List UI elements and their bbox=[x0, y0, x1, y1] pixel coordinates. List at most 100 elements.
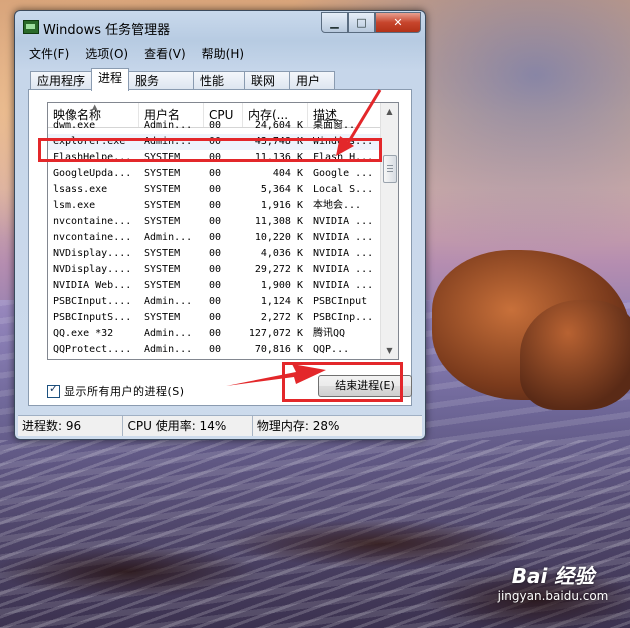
process-row[interactable]: nvcontaine... Admin... 00 10,220 K NVIDIA ..… bbox=[48, 230, 381, 246]
cell-name: NVIDIA Web... bbox=[53, 280, 132, 291]
cell-name: QQProtect.... bbox=[53, 344, 132, 355]
cell-desc: Local S... bbox=[313, 184, 374, 195]
cell-user: SYSTEM bbox=[144, 248, 181, 259]
cell-name: GoogleUpda... bbox=[53, 168, 132, 179]
wallpaper-rock bbox=[520, 300, 630, 410]
minimize-button[interactable]: ▁ bbox=[321, 12, 348, 33]
process-row[interactable]: NVIDIA Web... SYSTEM 00 1,900 K NVIDIA ... bbox=[48, 278, 381, 294]
process-row[interactable]: GoogleUpda... SYSTEM 00 404 K Google ... bbox=[48, 166, 381, 182]
cell-cpu: 00 bbox=[209, 184, 222, 195]
cell-desc: 腾讯QQ bbox=[313, 328, 346, 339]
process-row[interactable]: QQProtect.... Admin... 00 70,816 K QQP... bbox=[48, 342, 381, 358]
cell-mem: 4,036 K bbox=[260, 248, 303, 259]
highlight-end-button bbox=[282, 362, 403, 402]
cell-user: SYSTEM bbox=[144, 216, 181, 227]
cell-cpu: 00 bbox=[209, 312, 222, 323]
tab-services[interactable]: 服务 bbox=[128, 71, 195, 91]
cell-name: lsm.exe bbox=[53, 200, 96, 211]
process-row[interactable]: PSBCInput.... Admin... 00 1,124 K PSBCInput bbox=[48, 294, 381, 310]
highlight-selected-row bbox=[38, 138, 382, 162]
cell-name: nvcontaine... bbox=[53, 216, 132, 227]
cell-name: QQ.exe *32 bbox=[53, 328, 114, 339]
status-process-count: 进程数: 96 bbox=[18, 416, 124, 436]
cell-user: SYSTEM bbox=[144, 280, 181, 291]
cell-mem: 10,220 K bbox=[254, 232, 303, 243]
sort-up-icon: ▲ bbox=[92, 103, 98, 111]
cell-desc: PSBCInput bbox=[313, 296, 368, 307]
tab-performance[interactable]: 性能 bbox=[193, 71, 246, 91]
cell-mem: 70,816 K bbox=[254, 344, 303, 355]
cell-desc: NVIDIA ... bbox=[313, 248, 374, 259]
status-memory-usage: 物理内存: 28% bbox=[256, 419, 340, 433]
cell-cpu: 00 bbox=[209, 344, 222, 355]
cell-user: Admin... bbox=[144, 232, 193, 243]
menu-file[interactable]: 文件(F) bbox=[21, 44, 77, 64]
cell-user: Admin... bbox=[144, 344, 193, 355]
tab-networking[interactable]: 联网 bbox=[244, 71, 291, 91]
menu-options[interactable]: 选项(O) bbox=[77, 44, 136, 64]
tab-processes[interactable]: 进程 bbox=[91, 68, 130, 91]
cell-user: Admin... bbox=[144, 120, 193, 131]
processes-panel: ▲ 映像名称 用户名 CPU 内存(... 描述 dwm.exe Admin...… bbox=[28, 89, 412, 406]
process-row[interactable]: NVDisplay.... SYSTEM 00 29,272 K NVIDIA ... bbox=[48, 262, 381, 278]
cell-user: Admin... bbox=[144, 328, 193, 339]
cell-user: SYSTEM bbox=[144, 168, 181, 179]
vertical-scrollbar[interactable]: ▲ ▼ bbox=[380, 103, 398, 359]
cell-name: dwm.exe bbox=[53, 120, 96, 131]
cell-desc: NVIDIA ... bbox=[313, 264, 374, 275]
show-all-users-option[interactable]: 显示所有用户的进程(S) bbox=[47, 382, 185, 399]
cell-user: SYSTEM bbox=[144, 200, 181, 211]
process-row[interactable]: lsass.exe SYSTEM 00 5,364 K Local S... bbox=[48, 182, 381, 198]
show-all-users-label: 显示所有用户的进程(S) bbox=[64, 385, 185, 398]
menu-view[interactable]: 查看(V) bbox=[136, 44, 194, 64]
cell-name: nvcontaine... bbox=[53, 232, 132, 243]
scroll-up-icon[interactable]: ▲ bbox=[381, 103, 398, 120]
process-row[interactable]: QQ.exe *32 Admin... 00 127,072 K 腾讯QQ bbox=[48, 326, 381, 342]
cell-mem: 1,916 K bbox=[260, 200, 303, 211]
baidu-watermark: Bai 经验 jingyan.baidu.com bbox=[478, 560, 628, 603]
cell-desc: NVIDIA ... bbox=[313, 280, 374, 291]
cell-cpu: 00 bbox=[209, 280, 222, 291]
menu-help[interactable]: 帮助(H) bbox=[194, 44, 252, 64]
title-bar[interactable]: Windows 任务管理器 ▁ □ ✕ bbox=[15, 11, 425, 41]
cell-user: SYSTEM bbox=[144, 264, 181, 275]
cell-name: PSBCInput.... bbox=[53, 296, 132, 307]
cell-mem: 29,272 K bbox=[254, 264, 303, 275]
baidu-logo: Bai 经验 bbox=[511, 564, 595, 588]
process-row[interactable]: dwm.exe Admin... 00 24,604 K 桌面窗... bbox=[48, 118, 381, 134]
scroll-thumb[interactable] bbox=[383, 155, 397, 183]
process-row[interactable]: PSBCInputS... SYSTEM 00 2,272 K PSBCInp... bbox=[48, 310, 381, 326]
tab-applications[interactable]: 应用程序 bbox=[30, 71, 93, 91]
scroll-down-icon[interactable]: ▼ bbox=[381, 342, 398, 359]
process-row[interactable]: lsm.exe SYSTEM 00 1,916 K 本地会... bbox=[48, 198, 381, 214]
process-row[interactable]: nvcontaine... SYSTEM 00 11,308 K NVIDIA ... bbox=[48, 214, 381, 230]
window-title: Windows 任务管理器 bbox=[43, 23, 171, 38]
cell-desc: QQP... bbox=[313, 344, 350, 355]
cell-user: SYSTEM bbox=[144, 184, 181, 195]
cell-user: Admin... bbox=[144, 296, 193, 307]
tab-strip: 应用程序 进程 服务 性能 联网 用户 bbox=[30, 68, 336, 91]
cell-cpu: 00 bbox=[209, 328, 222, 339]
cell-mem: 5,364 K bbox=[260, 184, 303, 195]
cell-cpu: 00 bbox=[209, 264, 222, 275]
cell-desc: PSBCInp... bbox=[313, 312, 374, 323]
cell-desc: NVIDIA ... bbox=[313, 232, 374, 243]
cell-name: PSBCInputS... bbox=[53, 312, 132, 323]
cell-cpu: 00 bbox=[209, 248, 222, 259]
cell-mem: 24,604 K bbox=[254, 120, 303, 131]
watermark-url: jingyan.baidu.com bbox=[497, 589, 609, 603]
cell-name: NVDisplay.... bbox=[53, 248, 132, 259]
maximize-button[interactable]: □ bbox=[348, 12, 375, 33]
status-bar: 进程数: 96 CPU 使用率: 14% 物理内存: 28% bbox=[18, 415, 422, 436]
process-row[interactable]: NVDisplay.... SYSTEM 00 4,036 K NVIDIA ... bbox=[48, 246, 381, 262]
cell-cpu: 00 bbox=[209, 168, 222, 179]
show-all-users-checkbox[interactable] bbox=[47, 382, 60, 398]
cell-cpu: 00 bbox=[209, 216, 222, 227]
cell-mem: 404 K bbox=[272, 168, 303, 179]
cell-mem: 1,124 K bbox=[260, 296, 303, 307]
tab-users[interactable]: 用户 bbox=[289, 71, 336, 91]
cell-mem: 127,072 K bbox=[248, 328, 303, 339]
cell-name: NVDisplay.... bbox=[53, 264, 132, 275]
cell-cpu: 00 bbox=[209, 296, 222, 307]
close-button[interactable]: ✕ bbox=[375, 12, 421, 33]
